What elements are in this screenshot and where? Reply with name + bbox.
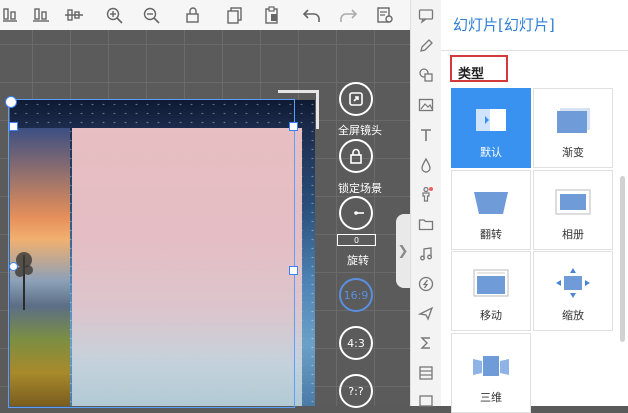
type-move-label: 移动 xyxy=(480,309,502,322)
header-divider xyxy=(441,50,628,51)
album-transition-icon xyxy=(555,189,591,215)
align-center-icon[interactable] xyxy=(64,6,84,24)
layers-box-icon[interactable] xyxy=(418,365,434,381)
zoom-transition-icon xyxy=(556,268,590,298)
fullscreen-label: 全屏镜头 xyxy=(338,124,382,137)
rotate-dial[interactable] xyxy=(339,196,373,230)
panel-title: 幻灯片[幻灯片] xyxy=(453,16,555,34)
image-icon[interactable] xyxy=(418,97,434,113)
lock-scene-label: 锁定场景 xyxy=(338,182,382,195)
move-transition-icon xyxy=(473,269,509,297)
color-drop-icon[interactable] xyxy=(418,157,434,173)
default-transition-icon xyxy=(476,109,506,131)
text-icon[interactable] xyxy=(418,127,434,143)
rotation-handle[interactable] xyxy=(5,96,17,108)
type-album-label: 相册 xyxy=(562,228,584,241)
ratio-16-9-button[interactable]: 16:9 xyxy=(339,278,373,312)
type-move-card[interactable]: 移动 xyxy=(451,251,531,331)
more-icon[interactable] xyxy=(418,394,434,410)
type-album-card[interactable]: 相册 xyxy=(533,170,613,250)
type-3d-label: 三维 xyxy=(480,391,502,404)
type-zoom-card[interactable]: 缩放 xyxy=(533,251,613,331)
type-default-label: 默认 xyxy=(480,146,502,159)
music-icon[interactable] xyxy=(418,246,434,262)
align-bottom-icon[interactable] xyxy=(32,6,52,24)
type-section-label: 类型 xyxy=(450,55,508,82)
type-zoom-label: 缩放 xyxy=(562,309,584,322)
lock-scene-button[interactable] xyxy=(339,139,373,173)
rotate-label: 旋转 xyxy=(347,254,369,267)
fullscreen-button[interactable] xyxy=(339,82,373,116)
flash-icon[interactable] xyxy=(418,276,434,292)
chevron-right-icon: ❯ xyxy=(397,243,409,259)
resize-handle-right[interactable] xyxy=(289,266,298,275)
settings-doc-icon[interactable] xyxy=(375,6,395,24)
character-icon[interactable] xyxy=(418,186,434,202)
panel-scrollbar[interactable] xyxy=(620,176,625,342)
padlock-icon xyxy=(350,148,362,164)
type-flip-card[interactable]: 翻转 xyxy=(451,170,531,250)
resize-handle-left[interactable] xyxy=(9,262,18,271)
sigma-formula-icon[interactable] xyxy=(418,335,434,351)
properties-panel: 幻灯片[幻灯片] 类型 默认 渐变 翻转 相册 移动 缩放 三维 xyxy=(441,0,628,413)
copy-icon[interactable] xyxy=(225,6,245,24)
type-flip-label: 翻转 xyxy=(480,228,502,241)
lock-icon[interactable] xyxy=(183,6,203,24)
redo-icon[interactable] xyxy=(338,6,358,24)
folder-icon[interactable] xyxy=(418,216,434,232)
undo-icon[interactable] xyxy=(302,6,322,24)
flip-transition-icon xyxy=(474,192,508,214)
type-3d-card[interactable]: 三维 xyxy=(451,333,531,413)
tool-icon-sidebar xyxy=(410,0,442,407)
zoom-out-icon[interactable] xyxy=(142,6,162,24)
top-toolbar xyxy=(0,0,410,31)
pencil-icon[interactable] xyxy=(418,38,434,54)
fade-transition-icon xyxy=(557,108,590,133)
airplane-icon[interactable] xyxy=(418,305,434,321)
fullscreen-icon xyxy=(349,92,363,106)
rotate-dial-icon xyxy=(354,211,364,215)
shapes-icon[interactable] xyxy=(418,67,434,83)
type-fade-label: 渐变 xyxy=(562,146,584,159)
three-d-transition-icon xyxy=(473,356,509,376)
paste-icon[interactable] xyxy=(262,6,282,24)
ratio-custom-button[interactable]: ?:? xyxy=(339,374,373,408)
zoom-in-icon[interactable] xyxy=(105,6,125,24)
collapse-panel-toggle[interactable]: ❯ xyxy=(396,214,410,288)
ratio-4-3-button[interactable]: 4:3 xyxy=(339,326,373,360)
resize-handle-top-left[interactable] xyxy=(9,122,18,131)
align-left-icon[interactable] xyxy=(2,6,22,24)
type-fade-card[interactable]: 渐变 xyxy=(533,88,613,168)
rotate-value-input[interactable]: 0 xyxy=(337,234,376,246)
camera-bracket-top-right xyxy=(278,90,319,129)
selection-frame[interactable] xyxy=(8,99,295,408)
type-default-card[interactable]: 默认 xyxy=(451,88,531,168)
comment-icon[interactable] xyxy=(418,8,434,24)
